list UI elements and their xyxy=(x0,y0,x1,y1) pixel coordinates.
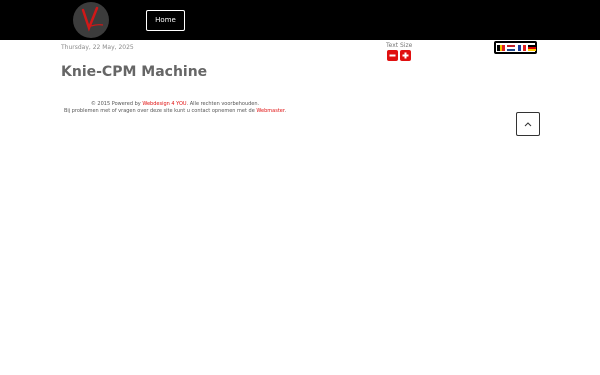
site-logo[interactable] xyxy=(73,2,109,38)
footer-copyright-text: © 2015 Powered by xyxy=(90,101,143,107)
footer-contact-text: Bij problemen met of vragen over deze si… xyxy=(63,108,257,114)
webdesign-link[interactable]: Webdesign 4 YOU xyxy=(142,101,186,107)
top-navbar: Home xyxy=(0,0,600,40)
text-size-increase-button[interactable] xyxy=(400,50,411,61)
flag-belgium-icon[interactable] xyxy=(497,45,506,51)
plus-icon xyxy=(402,52,409,59)
scroll-to-top-button[interactable] xyxy=(516,112,540,136)
current-date: Thursday, 22 May, 2025 xyxy=(61,44,134,51)
logo-mark-icon xyxy=(81,6,104,32)
language-selector xyxy=(494,41,537,54)
footer-copyright: © 2015 Powered by Webdesign 4 YOU. Alle … xyxy=(0,101,350,108)
chevron-up-icon xyxy=(524,122,532,127)
footer-contact: Bij problemen met of vragen over deze si… xyxy=(0,108,350,115)
flag-netherlands-icon[interactable] xyxy=(507,45,515,51)
text-size-label: Text Size xyxy=(386,42,413,49)
footer-rights-text: . Alle rechten voorbehouden. xyxy=(186,101,260,107)
flag-germany-icon[interactable] xyxy=(528,45,536,51)
footer-contact-end: . xyxy=(284,108,287,114)
footer: © 2015 Powered by Webdesign 4 YOU. Alle … xyxy=(0,101,350,115)
flag-france-icon[interactable] xyxy=(518,45,527,51)
home-button[interactable]: Home xyxy=(146,10,185,31)
minus-icon xyxy=(389,54,396,57)
webmaster-link[interactable]: Webmaster xyxy=(256,108,284,114)
text-size-decrease-button[interactable] xyxy=(387,50,398,61)
page-title: Knie-CPM Machine xyxy=(61,64,208,80)
